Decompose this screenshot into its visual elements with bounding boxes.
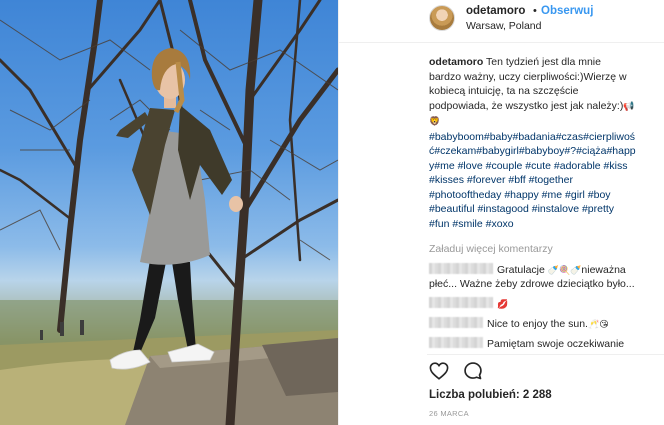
hashtag-line[interactable]: #kisses #forever #bff #together: [429, 173, 657, 188]
comment-text: Gratulacje: [497, 264, 548, 276]
heart-icon[interactable]: [429, 362, 449, 385]
comment-emoji: 💋: [497, 300, 509, 310]
comment-row: 💋: [429, 297, 508, 310]
caption-username[interactable]: odetamoro: [429, 56, 483, 68]
caption: odetamoro Ten tydzień jest dla mnie bard…: [429, 55, 657, 231]
follow-button[interactable]: Obserwuj: [541, 5, 593, 17]
blurred-username: [429, 297, 493, 308]
hashtag-line[interactable]: #fun #smile #xoxo: [429, 217, 657, 232]
comment-row: Pamiętam swoje oczekiwanie: [429, 337, 624, 350]
comment-text: Pamiętam swoje oczekiwanie: [487, 338, 625, 350]
caption-text-line-3: kobiecą intuicję, ta na szczęście: [429, 85, 579, 97]
location-link[interactable]: Warsaw, Poland: [466, 20, 541, 32]
blurred-username: [429, 317, 483, 328]
comment-text: Nice to enjoy the sun.: [487, 318, 588, 330]
photo-scene: [0, 0, 338, 425]
hashtag-line[interactable]: y#me #love #couple #cute #adorable #kiss: [429, 159, 657, 174]
comment-emoji: 🍼🍭🍼: [547, 266, 582, 276]
header-username[interactable]: odetamoro: [466, 5, 525, 17]
caption-text-line-1: Ten tydzień jest dla mnie: [486, 56, 601, 68]
lion-emoji-icon: 🦁: [429, 117, 441, 127]
post-date[interactable]: 26 MARCA: [429, 409, 469, 418]
comment-row: Nice to enjoy the sun.🥂😘: [429, 317, 609, 330]
blurred-username: [429, 263, 493, 274]
megaphone-emoji-icon: 📢: [623, 101, 635, 112]
action-bar: [427, 358, 664, 388]
comment-icon[interactable]: [463, 361, 483, 386]
load-more-comments-link[interactable]: Załaduj więcej komentarzy: [429, 243, 553, 255]
divider: [427, 354, 664, 355]
likes-count[interactable]: Liczba polubień: 2 288: [429, 389, 552, 401]
caption-text-line-2: bardzo ważny, uczy cierpliwości:)Wierzę …: [429, 70, 627, 83]
comment-text: nieważna: [581, 264, 626, 276]
hashtag-line[interactable]: #beautiful #instagood #instalove #pretty: [429, 202, 657, 217]
hashtag-line[interactable]: ć#czekam#babygirl#babyboy#?#ciąża#happ: [429, 144, 657, 159]
post-side-panel: odetamoro • Obserwuj Warsaw, Poland odet…: [338, 0, 664, 425]
separator-dot: •: [533, 5, 537, 17]
caption-text-line-4: podpowiada, że wszystko jest jak należy:…: [429, 99, 624, 112]
comment-row: Gratulacje 🍼🍭🍼nieważna: [429, 263, 626, 276]
hashtag-line[interactable]: #babyboom#baby#badania#czas#cierpliwoś: [429, 130, 657, 145]
post-photo[interactable]: [0, 0, 338, 425]
hashtag-line[interactable]: #photooftheday #happy #me #girl #boy: [429, 188, 657, 203]
comment-emoji: 🥂😘: [587, 320, 609, 330]
blurred-username: [429, 337, 483, 348]
comment-row-continued: płeć... Ważne żeby zdrowe dzieciątko był…: [429, 278, 635, 290]
post-header: odetamoro • Obserwuj Warsaw, Poland: [339, 0, 664, 43]
avatar[interactable]: [429, 5, 455, 31]
